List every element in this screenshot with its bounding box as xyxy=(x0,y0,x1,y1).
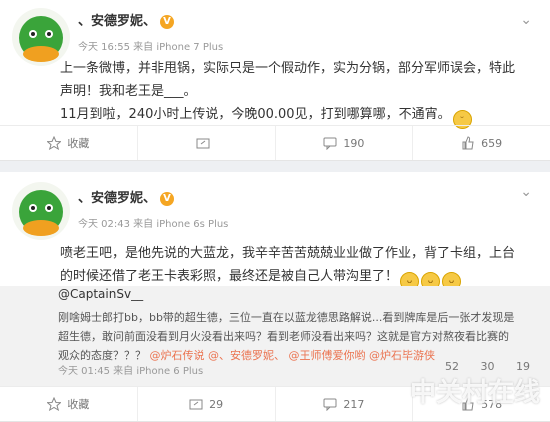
favorite-label: 收藏 xyxy=(67,398,90,411)
post-text: 上一条微博，并非甩锅，实际只是一个假动作，实为分锅，部分军师误会，特此 声明！我… xyxy=(60,57,530,129)
star-icon xyxy=(47,397,62,411)
favorite-label: 收藏 xyxy=(67,137,90,150)
feed: 、安德罗妮、 V 今天 16:55 来自 iPhone 7 Plus ⌄ 上一条微… xyxy=(0,0,550,422)
mention-link[interactable]: @炉石传说 xyxy=(150,349,205,362)
post-meta: 今天 16:55 来自 iPhone 7 Plus xyxy=(78,42,224,53)
mention-link[interactable]: @炉石毕游侠 xyxy=(369,349,435,362)
comment-count: 190 xyxy=(343,136,365,150)
action-bar: 收藏 190 659 xyxy=(0,125,550,160)
repost-button[interactable]: 29 xyxy=(138,387,276,421)
chevron-down-icon[interactable]: ⌄ xyxy=(520,12,532,28)
mention-link[interactable]: @王师傅爱你哟 xyxy=(289,349,366,362)
weibo-post: 、安德罗妮、 V 今天 16:55 来自 iPhone 7 Plus ⌄ 上一条微… xyxy=(0,0,550,161)
star-icon xyxy=(47,136,62,150)
comment-button[interactable]: 217 xyxy=(276,387,414,421)
favorite-button[interactable]: 收藏 xyxy=(0,126,138,160)
post-text: 喷老王吧，是他先说的大蓝龙，我辛辛苦苦兢兢业业做了作业，背了卡组，上台 的时候还… xyxy=(60,242,530,291)
quoted-post[interactable]: @CaptainSv__ 刚啥姆士郎打bb，bb带的超生德，三位一直在以蓝龙德思… xyxy=(0,286,550,386)
username[interactable]: 、安德罗妮、 V xyxy=(78,10,175,29)
verified-badge-icon: V xyxy=(160,192,175,206)
share-button[interactable] xyxy=(138,126,276,160)
post-line: 喷老王吧，是他先说的大蓝龙，我辛辛苦苦兢兢业业做了作业，背了卡组，上台 xyxy=(60,246,516,261)
mention-link[interactable]: @、安德罗妮、 xyxy=(208,349,285,362)
share-icon xyxy=(196,138,210,149)
repost-count: 29 xyxy=(209,397,224,411)
post-line-text: 11月到啦，240小时上传说，今晚00.00见，打到哪算哪，不通宵。 xyxy=(60,107,451,122)
post-line: 声明！我和老王是___。 xyxy=(60,84,197,99)
verified-badge-icon: V xyxy=(160,15,175,29)
avatar[interactable] xyxy=(12,182,70,240)
quoted-line: 超生德，敢问前面没看到月火没看出来吗？看到老师没看出来吗？这就是官方对熬夜看比赛… xyxy=(58,330,509,343)
duck-avatar-icon xyxy=(19,190,63,236)
quoted-line-text: 观众的态度？？？ xyxy=(58,349,146,362)
quoted-meta: 今天 01:45 来自 iPhone 6 Plus xyxy=(58,366,204,377)
username[interactable]: 、安德罗妮、 V xyxy=(78,187,175,206)
post-line-text: 的时候还借了老王卡表彩照，最终还是被自己人带沟里了！ xyxy=(60,269,399,284)
quoted-text: 刚啥姆士郎打bb，bb带的超生德，三位一直在以蓝龙德思路解说...看到牌库是后一… xyxy=(58,308,524,365)
like-count: 659 xyxy=(481,136,503,150)
favorite-button[interactable]: 收藏 xyxy=(0,387,138,421)
username-text[interactable]: 、安德罗妮、 xyxy=(78,14,156,29)
quoted-username[interactable]: @CaptainSv__ xyxy=(58,287,143,301)
post-meta: 今天 02:43 来自 iPhone 6s Plus xyxy=(78,219,229,230)
comment-icon xyxy=(323,137,337,150)
post-line: 上一条微博，并非甩锅，实际只是一个假动作，实为分锅，部分军师误会，特此 xyxy=(60,61,516,76)
username-text[interactable]: 、安德罗妮、 xyxy=(78,191,156,206)
share-icon xyxy=(189,399,203,410)
watermark: 中关村在线 xyxy=(409,378,540,408)
thumb-up-icon xyxy=(462,136,474,150)
like-button[interactable]: 659 xyxy=(413,126,550,160)
comment-button[interactable]: 190 xyxy=(276,126,414,160)
comment-icon xyxy=(323,398,337,411)
comment-count: 217 xyxy=(343,397,365,411)
chevron-down-icon[interactable]: ⌄ xyxy=(520,184,532,200)
quoted-line: 刚啥姆士郎打bb，bb带的超生德，三位一直在以蓝龙德思路解说...看到牌库是后一… xyxy=(58,311,515,324)
